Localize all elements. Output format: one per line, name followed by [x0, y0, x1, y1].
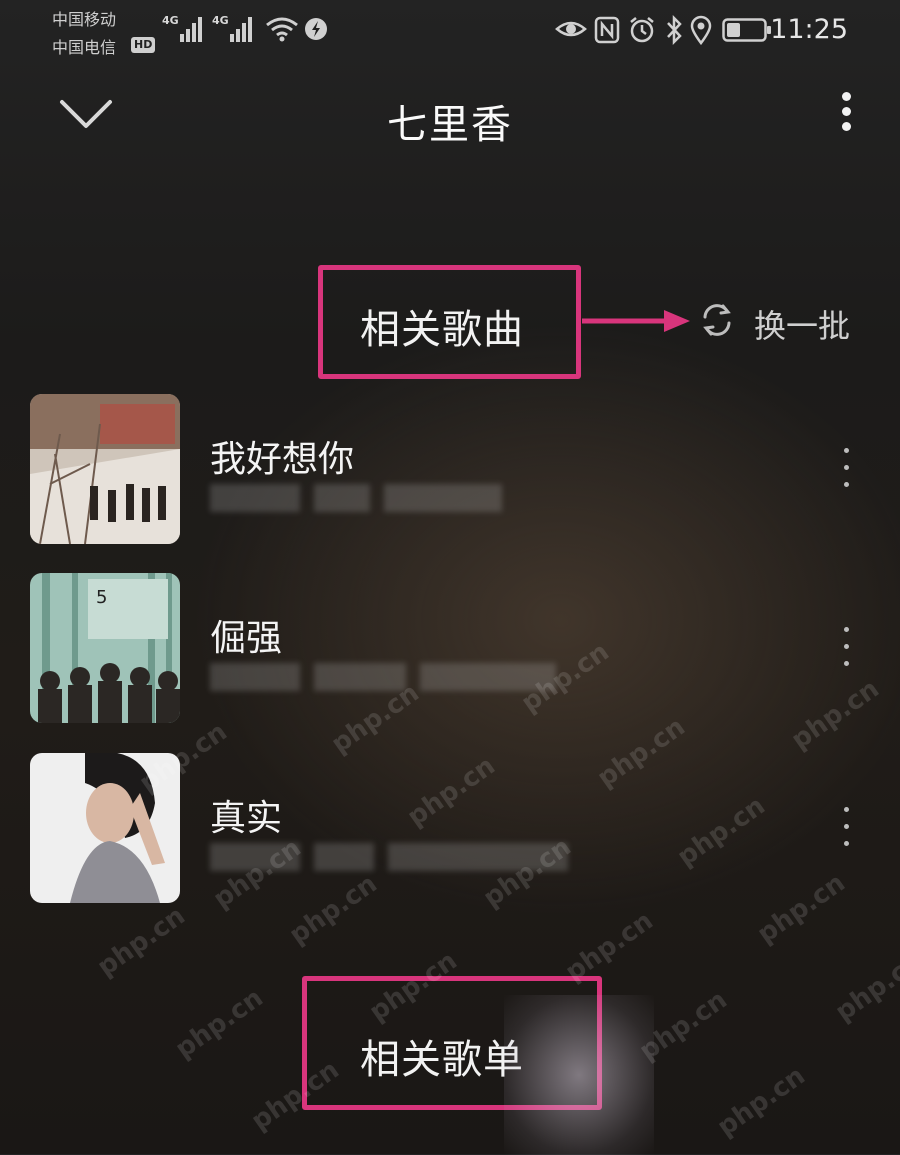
blurred-artist — [210, 484, 502, 512]
more-options-icon[interactable] — [836, 92, 856, 142]
network-type-2: 4G — [212, 14, 229, 27]
song-title: 真实 — [210, 798, 283, 839]
song-more-icon[interactable] — [838, 448, 854, 492]
watermark: php.cn — [830, 945, 900, 1028]
watermark: php.cn — [170, 982, 269, 1065]
wifi-icon — [266, 17, 298, 42]
battery-icon — [722, 18, 771, 42]
song-more-icon[interactable] — [838, 807, 854, 851]
touch-glow — [504, 995, 654, 1155]
section-title: 相关歌单 — [360, 1037, 524, 1083]
album-cover — [30, 753, 180, 903]
song-title: 我好想你 — [210, 439, 355, 480]
song-more-icon[interactable] — [838, 627, 854, 671]
blurred-artist — [210, 843, 568, 871]
status-bar: 中国移动 中国电信 HD 4G 4G 11:25 — [0, 0, 900, 62]
signal-bars-icon — [230, 17, 252, 42]
song-item[interactable]: 我好想你 — [0, 394, 900, 544]
data-saver-icon — [305, 18, 327, 40]
blurred-artist — [210, 663, 556, 691]
arrow-annotation-icon — [582, 310, 690, 332]
signal-bars-icon — [180, 17, 202, 42]
refresh-icon[interactable] — [697, 300, 737, 340]
song-item[interactable]: 5 倔强 — [0, 573, 900, 723]
album-cover — [30, 394, 180, 544]
network-type-1: 4G — [162, 14, 179, 27]
refresh-button-label[interactable]: 换一批 — [754, 301, 850, 347]
status-time: 11:25 — [770, 14, 848, 45]
watermark: php.cn — [712, 1060, 811, 1143]
eye-comfort-icon — [555, 21, 587, 37]
hd-badge: HD — [131, 37, 156, 53]
location-icon — [690, 15, 712, 45]
album-cover: 5 — [30, 573, 180, 723]
section-title: 相关歌曲 — [360, 307, 524, 353]
song-item[interactable]: 真实 — [0, 753, 900, 903]
bluetooth-icon — [667, 15, 682, 45]
nfc-icon — [594, 16, 620, 44]
carrier-name-2: 中国电信 — [52, 38, 117, 57]
song-title: 倔强 — [210, 618, 283, 659]
watermark: php.cn — [92, 900, 191, 983]
alarm-icon — [630, 17, 654, 43]
page-title: 七里香 — [387, 102, 513, 148]
svg-text:5: 5 — [96, 587, 107, 608]
carrier-name-1: 中国移动 — [52, 10, 117, 29]
